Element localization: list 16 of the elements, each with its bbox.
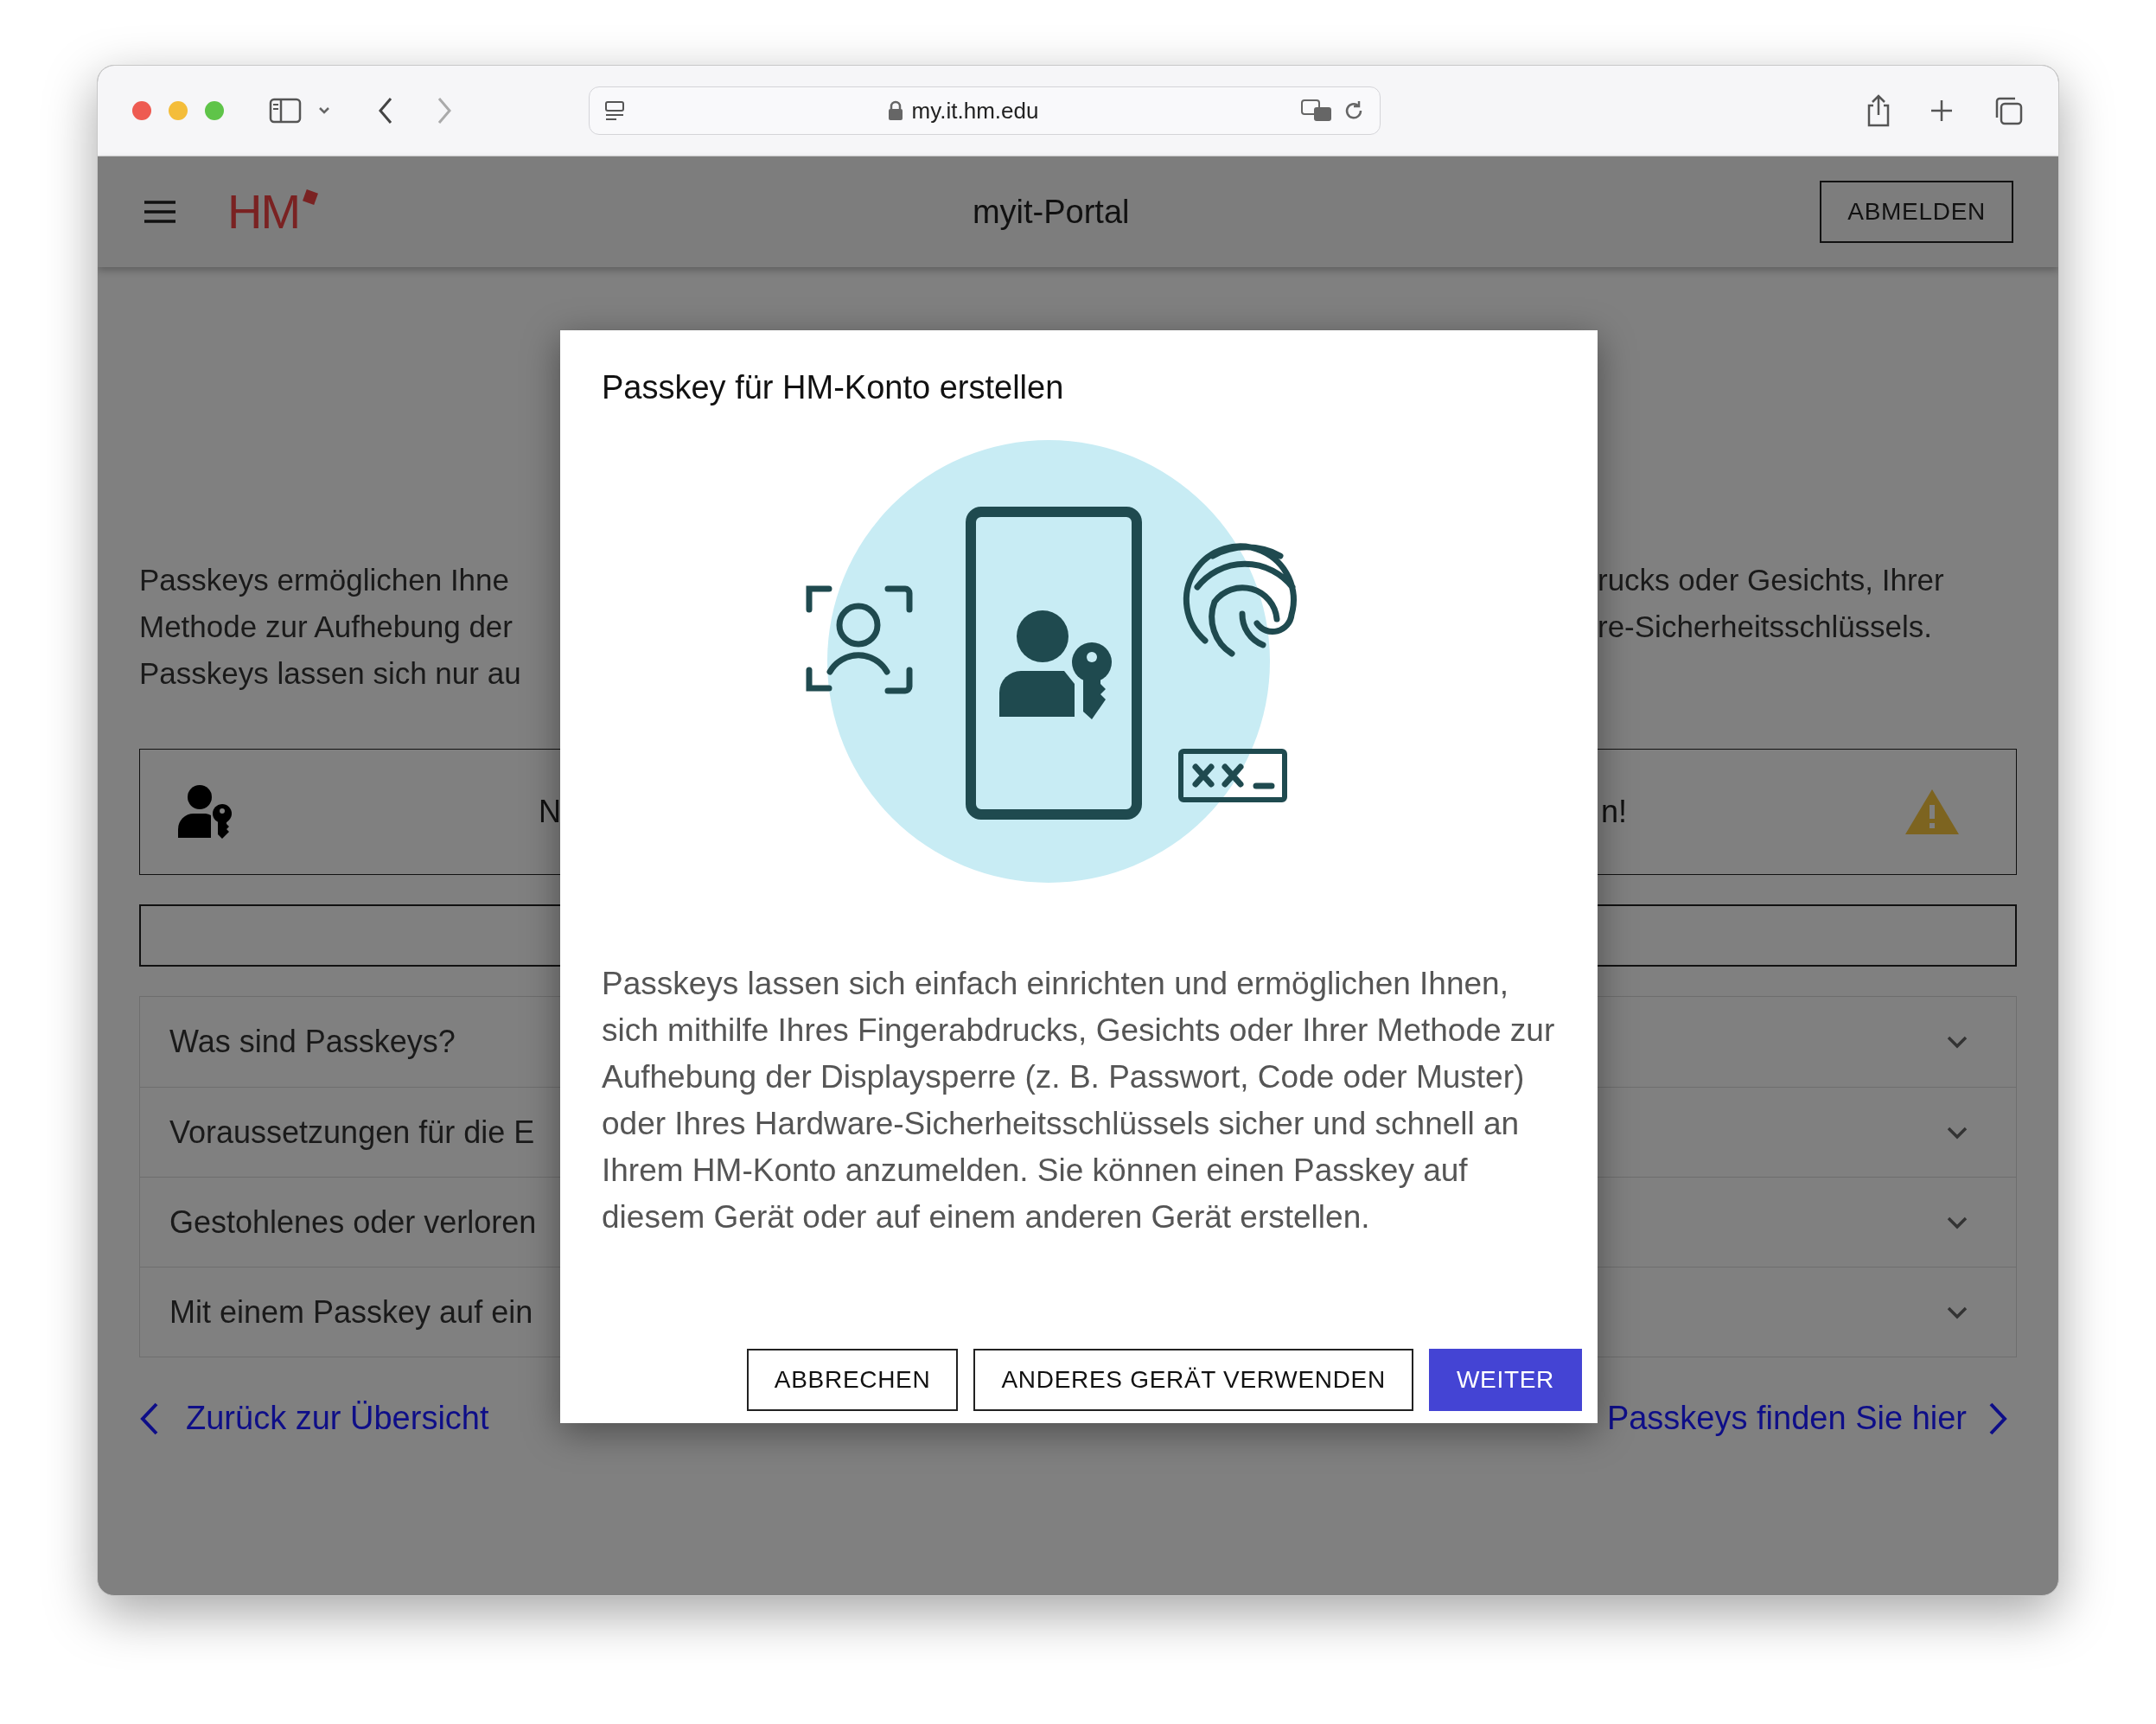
accordion-title: Was sind Passkeys? [169,1023,456,1061]
dialog-title: Passkey für HM-Konto erstellen [602,368,1065,407]
intro-text: re-Sicherheitsschlüssels. [1598,609,1934,645]
logo-text: HM [227,188,300,236]
intro-text: Methode zur Aufhebung der [139,609,513,645]
page-title: myit-Portal [972,192,1130,232]
notice-text: n! [1601,793,1628,831]
accordion-title: Voraussetzungen für die E [169,1113,535,1152]
intro-text: rucks oder Gesichts, Ihrer [1598,562,1945,598]
intro-text: Passkeys ermöglichen Ihne [139,562,510,598]
notice-text: N [539,793,561,831]
accordion-title: Mit einem Passkey auf ein [169,1293,533,1331]
dialog-message: Passkeys lassen sich einfach einrichten und ermöglichen Ihnen, sich mithilfe Ihres Fingerabdrucks, Gesichts oder Ihrer Methode zur Aufhebung der Displaysperre (z. B. Passwort, Code oder Muster) oder Ihres Hardware-Sicherheitsschlüssels sicher und schnell an Ihrem HM-Konto anzumelden. Sie können einen Passkey auf diesem Gerät oder auf einem anderen Gerät erstellen. [602,965,1556,1236]
accordion-title: Gestohlenes oder verloren [169,1203,537,1242]
intro-text: Passkeys lassen sich nur au [139,655,522,692]
url-text: my.it.hm.edu [911,96,1039,125]
